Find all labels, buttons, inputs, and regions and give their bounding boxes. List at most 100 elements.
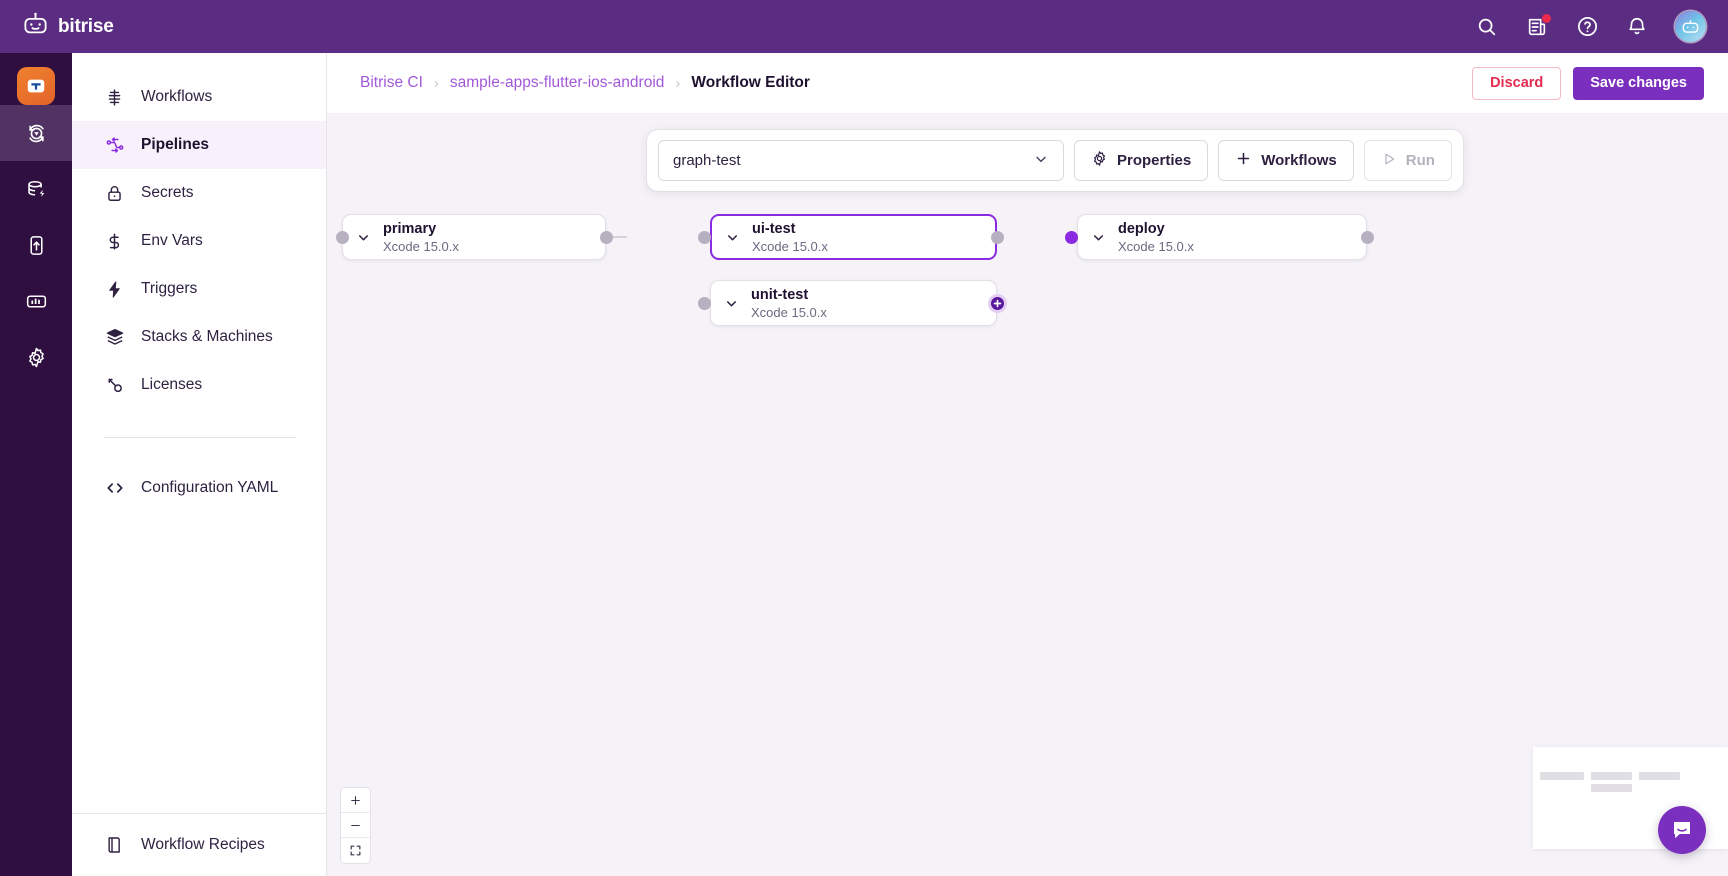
help-icon[interactable] [1575,15,1599,39]
sidebar-item-label: Licenses [141,376,202,394]
node-title: unit-test [751,287,827,303]
sidebar-item-env-vars[interactable]: Env Vars [72,217,326,265]
node-handle-source-primary[interactable] [600,231,613,244]
brand-wordmark: bitrise [58,16,114,38]
node-handle-target-deploy[interactable] [1065,231,1078,244]
sidebar-item-label: Secrets [141,184,194,202]
stack-layers-icon [104,327,125,348]
rail-item-build-cache[interactable] [0,161,72,217]
release-management-icon [25,234,48,257]
sidebar-item-label: Workflow Recipes [141,836,265,854]
breadcrumb-item-root[interactable]: Bitrise CI [360,74,423,92]
node-title: ui-test [752,221,828,237]
run-button-label: Run [1406,152,1435,169]
node-subtitle: Xcode 15.0.x [752,239,828,254]
node-subtitle: Xcode 15.0.x [751,305,827,320]
changelog-icon[interactable] [1525,15,1549,39]
node-handle-target-ui-test[interactable] [698,231,711,244]
key-icon [104,375,125,396]
sidebar-item-label: Env Vars [141,232,203,250]
minimap-node [1591,784,1632,792]
add-workflows-button[interactable]: Workflows [1218,140,1354,181]
sidebar-item-configuration-yaml[interactable]: Configuration YAML [72,464,326,512]
chevron-down-icon [1033,151,1049,171]
properties-button-label: Properties [1117,152,1191,169]
node-subtitle: Xcode 15.0.x [1118,239,1194,254]
sidebar-item-triggers[interactable]: Triggers [72,265,326,313]
project-avatar[interactable] [17,67,55,105]
avatar[interactable] [1675,11,1706,42]
chevron-down-icon[interactable] [711,296,751,311]
minimap-node [1591,772,1632,780]
lock-icon [104,183,125,204]
notifications-bell-icon[interactable] [1625,15,1649,39]
bitrise-logo[interactable]: bitrise [22,11,114,43]
sidebar-item-workflow-recipes[interactable]: Workflow Recipes [72,814,327,876]
secondary-sidebar: Workflows Pipelines Secrets [72,53,327,876]
node-handle-target-primary[interactable] [336,231,349,244]
rail-item-insights[interactable] [0,273,72,329]
sidebar-item-label: Triggers [141,280,197,298]
rail-item-ci[interactable] [0,105,72,161]
run-button[interactable]: Run [1364,140,1452,181]
unread-badge [1542,14,1551,23]
dollar-icon [104,231,125,252]
top-navigation-bar: bitrise [0,0,1728,53]
pipeline-node-deploy[interactable]: deploy Xcode 15.0.x [1077,214,1367,260]
pipeline-select[interactable]: graph-test [658,140,1064,181]
chevron-down-icon[interactable] [1078,230,1118,245]
node-handle-source-deploy[interactable] [1361,231,1374,244]
pipeline-select-value: graph-test [673,152,741,169]
node-handle-target-unit-test[interactable] [698,297,711,310]
breadcrumb-separator: › [675,75,680,92]
sidebar-item-workflows[interactable]: Workflows [72,73,326,121]
ci-builds-icon [25,122,48,145]
chevron-down-icon[interactable] [712,230,752,245]
pipeline-node-primary[interactable]: primary Xcode 15.0.x [342,214,606,260]
zoom-out-button[interactable] [341,813,370,838]
breadcrumb-item-project[interactable]: sample-apps-flutter-ios-android [450,74,665,92]
node-subtitle: Xcode 15.0.x [383,239,459,254]
sidebar-item-label: Configuration YAML [141,479,278,497]
search-icon[interactable] [1475,15,1499,39]
pipeline-node-unit-test[interactable]: unit-test Xcode 15.0.x [710,280,997,326]
sidebar-item-label: Pipelines [141,136,209,154]
add-dependency-handle[interactable] [988,294,1007,313]
workflows-icon [104,87,125,108]
sidebar-item-label: Stacks & Machines [141,328,273,346]
insights-icon [25,290,48,313]
build-cache-icon [25,178,48,201]
node-handle-source-ui-test[interactable] [991,231,1004,244]
lightning-icon [104,279,125,300]
rail-item-settings[interactable] [0,329,72,385]
discard-button[interactable]: Discard [1472,67,1561,100]
save-changes-button[interactable]: Save changes [1573,67,1704,100]
play-icon [1381,151,1397,171]
rail-item-release-management[interactable] [0,217,72,273]
node-title: deploy [1118,221,1194,237]
sidebar-item-secrets[interactable]: Secrets [72,169,326,217]
app-rail [0,53,72,876]
gear-icon [1091,150,1108,171]
zoom-in-button[interactable] [341,788,370,813]
code-brackets-icon [104,478,125,499]
sidebar-item-stacks-machines[interactable]: Stacks & Machines [72,313,326,361]
fit-view-icon[interactable] [341,838,370,863]
bitrise-robot-icon [22,11,49,43]
book-icon [104,835,125,856]
chevron-down-icon[interactable] [343,230,383,245]
pipelines-icon [104,135,125,156]
minimap-node [1540,772,1584,780]
breadcrumb-separator: › [434,75,439,92]
add-workflows-button-label: Workflows [1261,152,1337,169]
pipeline-toolbar: graph-test Properties Work [647,130,1463,191]
page-title: Workflow Editor [691,74,810,92]
pipeline-canvas[interactable]: graph-test Properties Work [327,113,1728,876]
node-title: primary [383,221,459,237]
chat-bubble-icon[interactable] [1658,806,1706,854]
properties-button[interactable]: Properties [1074,140,1208,181]
pipeline-node-ui-test[interactable]: ui-test Xcode 15.0.x [710,214,997,260]
sidebar-item-pipelines[interactable]: Pipelines [72,121,326,169]
sidebar-item-label: Workflows [141,88,212,106]
sidebar-item-licenses[interactable]: Licenses [72,361,326,409]
